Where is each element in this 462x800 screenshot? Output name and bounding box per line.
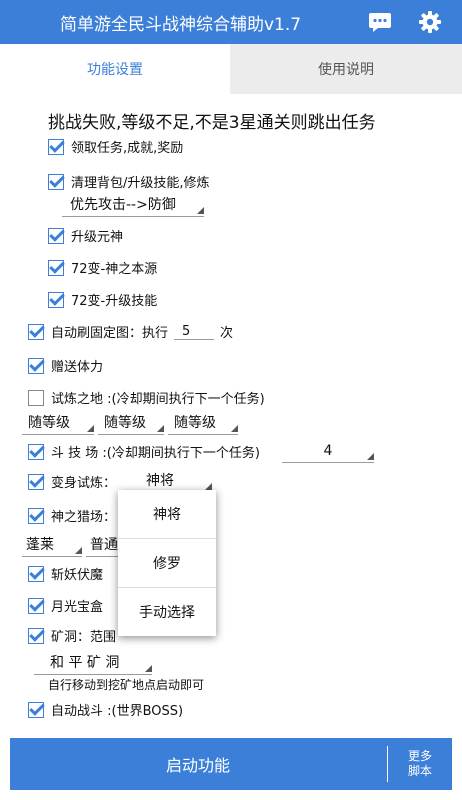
checkbox[interactable] xyxy=(28,507,44,524)
chat-button[interactable] xyxy=(364,6,396,38)
skip-task-rule: 挑战失败,等级不足,不是3星通关则跳出任务 xyxy=(48,113,376,133)
checkbox[interactable] xyxy=(48,138,64,155)
upgrade-spirit-option[interactable]: 升级元神 xyxy=(48,226,123,245)
moonlight-box-option[interactable]: 月光宝盒 xyxy=(28,596,103,615)
option-label: 斗 技 场 :(冷却期间执行下一个任务) xyxy=(51,446,260,461)
checkbox[interactable] xyxy=(28,357,44,374)
trial-level-select-1[interactable]: 随等级 xyxy=(22,412,94,435)
transform-trial-dropdown-menu: 神将 修罗 手动选择 xyxy=(118,490,216,636)
more-label-line2: 脚本 xyxy=(407,764,432,778)
checkbox[interactable] xyxy=(28,389,44,406)
transform-trial-option[interactable]: 变身试炼： xyxy=(28,472,116,491)
checkbox[interactable] xyxy=(28,473,44,490)
mine-cave-option[interactable]: 矿洞：范围 xyxy=(28,626,116,645)
select-value: 普通 xyxy=(90,537,118,553)
option-label: 斩妖伏魔 xyxy=(51,568,104,583)
option-label: 升级元神 xyxy=(71,230,124,245)
checkbox[interactable] xyxy=(28,597,44,614)
auto-battle-option[interactable]: 自动战斗 :(世界BOSS) xyxy=(28,700,183,719)
bottom-bar: 启动功能 更多 脚本 xyxy=(10,738,452,790)
dropdown-option-xiuluo[interactable]: 修罗 xyxy=(118,539,216,588)
arena-count-select[interactable]: 4 xyxy=(282,440,374,463)
app-header: 简单游全民斗战神综合辅助v1.7 xyxy=(0,0,462,44)
priority-select[interactable]: 优先攻击-->防御 xyxy=(62,194,204,217)
option-label-suffix: 次 xyxy=(220,326,234,341)
tab-bar: 功能设置 使用说明 xyxy=(0,44,462,94)
option-label: 神之猎场： xyxy=(51,510,117,525)
select-value: 随等级 xyxy=(28,415,70,431)
mine-hint: 自行移动到挖矿地点启动即可 xyxy=(48,678,205,692)
more-label-line1: 更多 xyxy=(407,749,432,763)
select-value: 随等级 xyxy=(174,415,216,431)
receive-tasks-option[interactable]: 领取任务,成就,奖励 xyxy=(48,137,183,156)
auto-map-option[interactable]: 自动刷固定图：执行 5 次 xyxy=(28,322,233,341)
tab-usage-instructions[interactable]: 使用说明 xyxy=(230,44,462,94)
select-value: 优先攻击-->防御 xyxy=(70,197,176,213)
checkbox[interactable] xyxy=(28,701,44,718)
option-label: 自动战斗 :(世界BOSS) xyxy=(51,704,184,719)
checkbox[interactable] xyxy=(28,627,44,644)
option-label: 变身试炼： xyxy=(51,476,117,491)
option-label: 72变-升级技能 xyxy=(71,294,158,309)
option-label: 矿洞：范围 xyxy=(51,630,117,645)
dropdown-option-manual[interactable]: 手动选择 xyxy=(118,588,216,636)
select-value: 随等级 xyxy=(104,415,146,431)
gear-icon xyxy=(419,11,441,33)
app-title: 简单游全民斗战神综合辅助v1.7 xyxy=(60,15,302,35)
select-value: 4 xyxy=(323,443,333,459)
skill-72-option[interactable]: 72变-升级技能 xyxy=(48,290,157,309)
checkbox[interactable] xyxy=(48,291,64,308)
hunt-map-select[interactable]: 蓬莱 xyxy=(22,534,82,557)
tab-function-settings[interactable]: 功能设置 xyxy=(0,44,230,94)
option-label: 自动刷固定图：执行 xyxy=(51,326,169,341)
trial-level-select-2[interactable]: 随等级 xyxy=(98,412,164,435)
settings-button[interactable] xyxy=(414,6,446,38)
clean-bag-option[interactable]: 清理背包/升级技能,修炼 xyxy=(48,172,210,191)
option-label: 试炼之地 :(冷却期间执行下一个任务) xyxy=(51,392,265,407)
option-label: 清理背包/升级技能,修炼 xyxy=(71,176,210,191)
gift-stamina-option[interactable]: 赠送体力 xyxy=(28,356,103,375)
hunt-field-option[interactable]: 神之猎场： xyxy=(28,506,116,525)
checkbox[interactable] xyxy=(48,173,64,190)
select-value: 蓬莱 xyxy=(26,537,54,553)
slay-demons-option[interactable]: 斩妖伏魔 xyxy=(28,564,103,583)
option-label: 赠送体力 xyxy=(51,360,104,375)
select-value: 神将 xyxy=(146,473,174,489)
source-72-option[interactable]: 72变-神之本源 xyxy=(48,258,157,277)
arena-option[interactable]: 斗 技 场 :(冷却期间执行下一个任务) xyxy=(28,442,260,461)
option-label: 月光宝盒 xyxy=(51,600,104,615)
checkbox[interactable] xyxy=(28,323,44,340)
trial-land-option[interactable]: 试炼之地 :(冷却期间执行下一个任务) xyxy=(28,388,265,407)
dropdown-option-shenjiang[interactable]: 神将 xyxy=(118,490,216,539)
option-label: 领取任务,成就,奖励 xyxy=(71,141,184,156)
more-scripts-button[interactable]: 更多 脚本 xyxy=(388,738,452,790)
checkbox[interactable] xyxy=(28,443,44,460)
run-count-input[interactable]: 5 xyxy=(174,324,215,340)
mine-select[interactable]: 和 平 矿 洞 xyxy=(34,652,152,675)
chat-bubble-icon xyxy=(369,13,391,32)
select-value: 和 平 矿 洞 xyxy=(50,655,120,671)
checkbox[interactable] xyxy=(28,565,44,582)
checkbox[interactable] xyxy=(48,259,64,276)
start-function-button[interactable]: 启动功能 xyxy=(10,738,386,790)
option-label: 72变-神之本源 xyxy=(71,262,158,277)
trial-level-select-3[interactable]: 随等级 xyxy=(168,412,238,435)
checkbox[interactable] xyxy=(48,227,64,244)
